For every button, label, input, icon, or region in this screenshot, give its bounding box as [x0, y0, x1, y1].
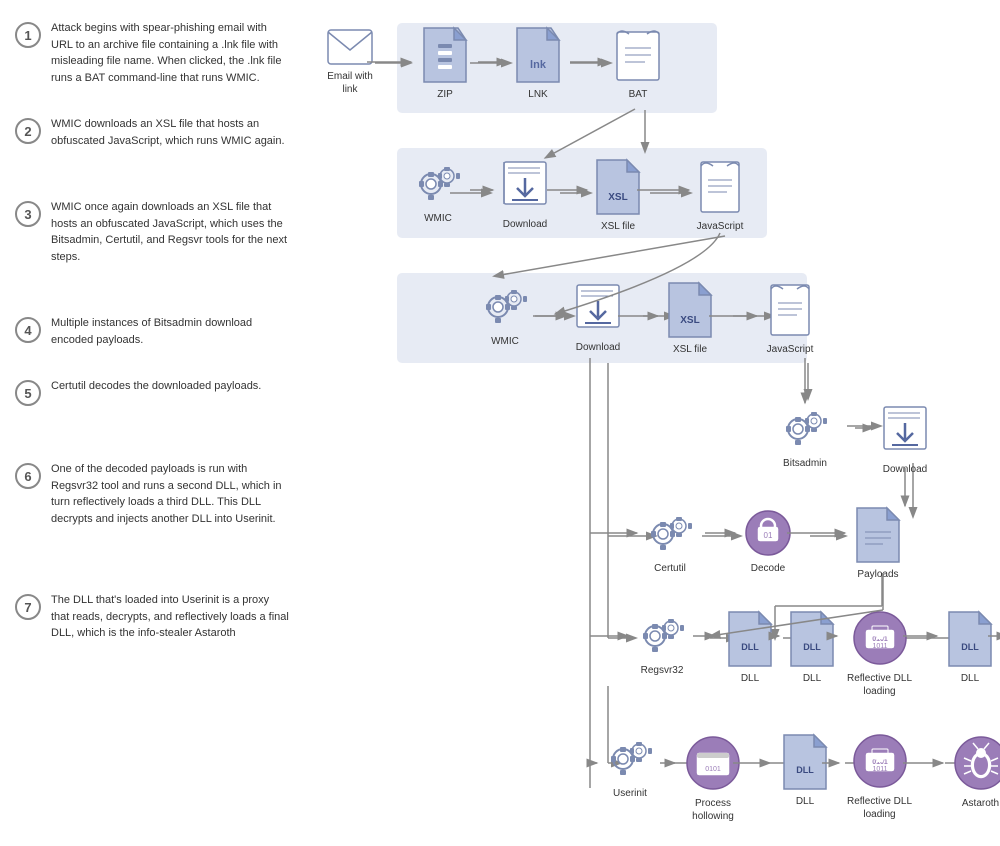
step-4-number: 4: [15, 317, 41, 343]
wmic2-node: WMIC: [470, 281, 540, 348]
svg-text:DLL: DLL: [796, 765, 814, 775]
download1-label: Download: [503, 218, 547, 231]
lnk-label: LNK: [528, 88, 547, 101]
svg-text:0101: 0101: [705, 766, 721, 773]
step-3-number: 3: [15, 201, 41, 227]
payloads-label: Payloads: [857, 568, 898, 581]
step-3-text: WMIC once again downloads an XSL file th…: [51, 199, 290, 265]
bitsadmin-node: Bitsadmin: [770, 403, 840, 470]
step-1-text: Attack begins with spear-phishing email …: [51, 20, 290, 86]
step-7-text: The DLL that's loaded into Userinit is a…: [51, 592, 290, 642]
step-7: 7 The DLL that's loaded into Userinit is…: [15, 592, 290, 642]
steps-panel: 1 Attack begins with spear-phishing emai…: [0, 10, 305, 836]
decode-node: 01 Decode: [733, 508, 803, 575]
regsvr32-node: Regsvr32: [627, 610, 697, 677]
xsl1-node: XSL XSL file: [583, 158, 653, 233]
astaroth-label: Astaroth: [962, 797, 999, 810]
step-4-text: Multiple instances of Bitsadmin download…: [51, 315, 290, 348]
step-7-number: 7: [15, 594, 41, 620]
download2-node: Download: [563, 281, 633, 354]
wmic2-label: WMIC: [491, 335, 519, 348]
email-node: Email with link: [315, 28, 385, 96]
svg-text:1011: 1011: [872, 766, 887, 773]
diagram-panel: Email with link ZIP lnk: [305, 10, 1000, 836]
step-1: 1 Attack begins with spear-phishing emai…: [15, 20, 290, 86]
zip-label: ZIP: [437, 88, 453, 101]
svg-text:XSL: XSL: [680, 315, 699, 326]
js1-label: JavaScript: [697, 220, 744, 233]
bat-node: BAT: [603, 26, 673, 101]
step-2-text: WMIC downloads an XSL file that hosts an…: [51, 116, 290, 149]
step-2-number: 2: [15, 118, 41, 144]
svg-text:lnk: lnk: [530, 59, 547, 71]
astaroth-node: Astaroth: [943, 733, 1000, 810]
reflective1-label: Reflective DLL loading: [837, 672, 922, 698]
decode-label: Decode: [751, 562, 785, 575]
wmic1-label: WMIC: [424, 212, 452, 225]
bitsadmin-label: Bitsadmin: [783, 457, 827, 470]
step-5-number: 5: [15, 380, 41, 406]
js1-node: JavaScript: [685, 158, 755, 233]
certutil-node: Certutil: [635, 508, 705, 575]
step-6-number: 6: [15, 463, 41, 489]
js2-node: JavaScript: [755, 281, 825, 356]
step-1-number: 1: [15, 22, 41, 48]
step-4: 4 Multiple instances of Bitsadmin downlo…: [15, 315, 290, 348]
js2-label: JavaScript: [767, 343, 814, 356]
certutil-label: Certutil: [654, 562, 686, 575]
svg-text:DLL: DLL: [961, 642, 979, 652]
svg-text:DLL: DLL: [741, 642, 759, 652]
main-container: 1 Attack begins with spear-phishing emai…: [0, 0, 1000, 846]
lnk-node: lnk LNK: [503, 26, 573, 101]
reflective1-node: 0101 1011 Reflective DLL loading: [837, 608, 922, 698]
step-6-text: One of the decoded payloads is run with …: [51, 461, 290, 527]
svg-text:01: 01: [764, 531, 773, 540]
download1-node: Download: [490, 158, 560, 231]
xsl2-label: XSL file: [673, 343, 707, 356]
dll3-label: DLL: [961, 672, 979, 685]
xsl1-label: XSL file: [601, 220, 635, 233]
process-hollowing-label: Process hollowing: [673, 797, 753, 823]
xsl2-node: XSL XSL file: [655, 281, 725, 356]
download2-label: Download: [576, 341, 620, 354]
reflective2-node: 0101 1011 Reflective DLL loading: [837, 731, 922, 821]
wmic1-node: WMIC: [403, 158, 473, 225]
userinit-label: Userinit: [613, 787, 647, 800]
process-hollowing-node: 0101 Process hollowing: [673, 733, 753, 823]
dll4-label: DLL: [796, 795, 814, 808]
userinit-node: Userinit: [595, 733, 665, 800]
payloads-node: Payloads: [843, 506, 913, 581]
zip-node: ZIP: [410, 26, 480, 101]
svg-text:XSL: XSL: [608, 192, 627, 203]
dll4-node: DLL DLL: [770, 733, 840, 808]
svg-text:1011: 1011: [872, 643, 887, 650]
download3-node: Download: [870, 403, 940, 476]
regsvr32-label: Regsvr32: [641, 664, 684, 677]
step-2: 2 WMIC downloads an XSL file that hosts …: [15, 116, 290, 149]
dll2-label: DLL: [803, 672, 821, 685]
reflective2-label: Reflective DLL loading: [837, 795, 922, 821]
dll3-node: DLL DLL: [935, 610, 1000, 685]
step-3: 3 WMIC once again downloads an XSL file …: [15, 199, 290, 265]
step-6: 6 One of the decoded payloads is run wit…: [15, 461, 290, 527]
attack-diagram: Email with link ZIP lnk: [315, 18, 975, 828]
dll1-label: DLL: [741, 672, 759, 685]
email-label: Email with link: [327, 70, 373, 96]
bat-label: BAT: [629, 88, 648, 101]
step-5-text: Certutil decodes the downloaded payloads…: [51, 378, 261, 395]
step-5: 5 Certutil decodes the downloaded payloa…: [15, 378, 290, 406]
dll1-node: DLL DLL: [715, 610, 785, 685]
svg-text:DLL: DLL: [803, 642, 821, 652]
download3-label: Download: [883, 463, 927, 476]
